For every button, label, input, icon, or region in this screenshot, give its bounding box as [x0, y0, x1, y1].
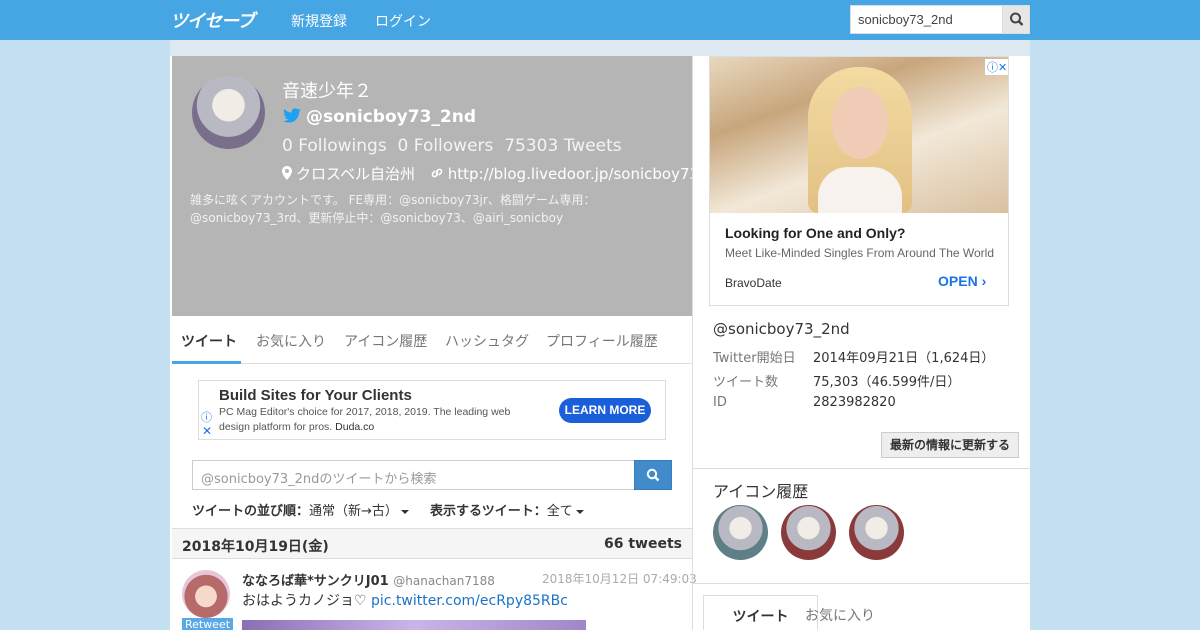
followings-count: 0 [282, 136, 293, 156]
tab-hashtags[interactable]: ハッシュタグ [445, 331, 529, 351]
tweet-avatar[interactable] [182, 570, 230, 618]
day-date: 2018年10月19日(金) [182, 539, 329, 555]
profile-avatar[interactable] [192, 76, 265, 149]
ad-banner[interactable]: Build Sites for Your Clients PC Mag Edit… [198, 380, 666, 440]
link-icon [431, 168, 443, 178]
side-ad-description: Meet Like-Minded Singles From Around The… [725, 246, 995, 260]
map-pin-icon [282, 166, 292, 180]
followings-label: Followings [298, 136, 387, 156]
info-value-start-date: 2014年09月21日（1,624日） [813, 351, 995, 366]
profile-header: 音速少年２ @sonicboy73_2nd 0 Followings 0 Fol… [172, 56, 699, 316]
tweet-author-handle: @hanachan7188 [393, 574, 495, 588]
tweet-image[interactable] [242, 620, 586, 630]
ad-brand: Duda.co [335, 421, 375, 433]
info-value-id: 2823982820 [813, 395, 896, 410]
profile-handle[interactable]: @sonicboy73_2nd [282, 107, 476, 127]
ad-photo[interactable] [710, 57, 1008, 213]
tweets-count: 75303 [504, 136, 559, 156]
divider [693, 583, 1030, 584]
column-divider [692, 56, 693, 630]
tweet-search-input[interactable]: @sonicboy73_2ndのツイートから検索 [192, 460, 635, 490]
followers-count: 0 [397, 136, 409, 156]
right-tab-tweets[interactable]: ツイート [703, 595, 818, 630]
profile-url[interactable]: http://blog.livedoor.jp/sonicboy73 [448, 165, 699, 183]
icon-history-title: アイコン履歴 [713, 482, 809, 501]
profile-location: クロスベル自治州 [296, 165, 415, 183]
icon-history-avatar[interactable] [849, 505, 904, 560]
top-bar: ツイセーブ 新規登録 ログイン sonicboy73_2nd [0, 0, 1200, 40]
search-button[interactable] [1002, 5, 1030, 34]
search-icon [646, 468, 660, 482]
ad-learn-more-button[interactable]: LEARN MORE [559, 398, 651, 423]
tweet-timestamp[interactable]: 2018年10月12日 07:49:03 [542, 570, 697, 587]
icon-history-avatar[interactable] [781, 505, 836, 560]
site-logo[interactable]: ツイセーブ [170, 7, 255, 33]
right-tab-favorites[interactable]: お気に入り [805, 605, 875, 625]
tab-tweets[interactable]: ツイート [181, 331, 237, 351]
side-ad-sponsor: BravoDate [725, 276, 782, 290]
divider [693, 468, 1030, 469]
tweets-label: Tweets [563, 136, 622, 156]
followers-label: Followers [413, 136, 494, 156]
tab-icon-history[interactable]: アイコン履歴 [344, 331, 427, 351]
tab-profile-history[interactable]: プロフィール履歴 [546, 331, 658, 351]
ad-choices-icon[interactable]: ⓘ✕ [985, 59, 1008, 75]
info-key-start-date: Twitter開始日 [713, 351, 796, 366]
search-input[interactable]: sonicboy73_2nd [850, 5, 1002, 34]
ad-description: PC Mag Editor's choice for 2017, 2018, 2… [219, 406, 511, 433]
ad-info-icon[interactable]: ⓘ [201, 409, 212, 425]
tab-favorites[interactable]: お気に入り [256, 331, 326, 351]
chevron-right-icon: › [981, 273, 987, 289]
day-header: 2018年10月19日(金) 66 tweets [172, 528, 692, 559]
active-tab-indicator [172, 361, 241, 364]
sort-order-dropdown[interactable]: ツイートの並び順：通常（新→古） [192, 500, 409, 519]
nav-signup[interactable]: 新規登録 [291, 11, 347, 31]
profile-stats: 0 Followings 0 Followers 75303 Tweets [282, 136, 622, 156]
caret-down-icon [575, 509, 584, 514]
retweet-badge: Retweet [182, 618, 233, 630]
profile-location-line: クロスベル自治州 http://blog.livedoor.jp/sonicbo… [282, 163, 699, 184]
profile-handle-text: @sonicboy73_2nd [306, 107, 476, 127]
profile-description: 雑多に呟くアカウントです。 FE専用：@sonicboy73jr、格闘ゲーム専用… [190, 193, 596, 225]
sub-header-strip [170, 40, 1030, 56]
tweet-filter-dropdown[interactable]: 表示するツイート：全て [430, 500, 584, 519]
info-key-tweet-count: ツイート数 [713, 375, 779, 390]
info-handle: @sonicboy73_2nd [713, 320, 850, 338]
info-value-tweet-count: 75,303（46.599件/日） [813, 375, 961, 390]
profile-name: 音速少年２ [282, 81, 372, 102]
caret-down-icon [400, 509, 409, 514]
tweet-text: おはようカノジョ♡ pic.twitter.com/ecRpy85RBc [242, 593, 568, 609]
twitter-bird-icon [283, 108, 301, 123]
profile-tabs: ツイート お気に入り アイコン履歴 ハッシュタグ プロフィール履歴 [172, 316, 692, 364]
tweet-author[interactable]: ななろば華*サンクリJ01 @hanachan7188 [242, 570, 495, 589]
ad-title[interactable]: Build Sites for Your Clients [219, 387, 412, 404]
icon-history-avatar[interactable] [713, 505, 768, 560]
info-key-id: ID [713, 395, 727, 410]
tweet-search-button[interactable] [634, 460, 672, 490]
ad-close-icon[interactable]: ✕ [202, 424, 212, 438]
nav-login[interactable]: ログイン [375, 11, 431, 31]
update-info-button[interactable]: 最新の情報に更新する [881, 432, 1019, 458]
side-ad-title[interactable]: Looking for One and Only? [725, 225, 905, 241]
tweet-link[interactable]: pic.twitter.com/ecRpy85RBc [371, 593, 568, 609]
search-icon [1010, 12, 1024, 26]
day-tweet-count: 66 tweets [604, 536, 682, 552]
side-ad[interactable]: ⓘ✕ Looking for One and Only? Meet Like-M… [709, 56, 1009, 306]
side-ad-open-button[interactable]: OPEN › [938, 273, 986, 289]
